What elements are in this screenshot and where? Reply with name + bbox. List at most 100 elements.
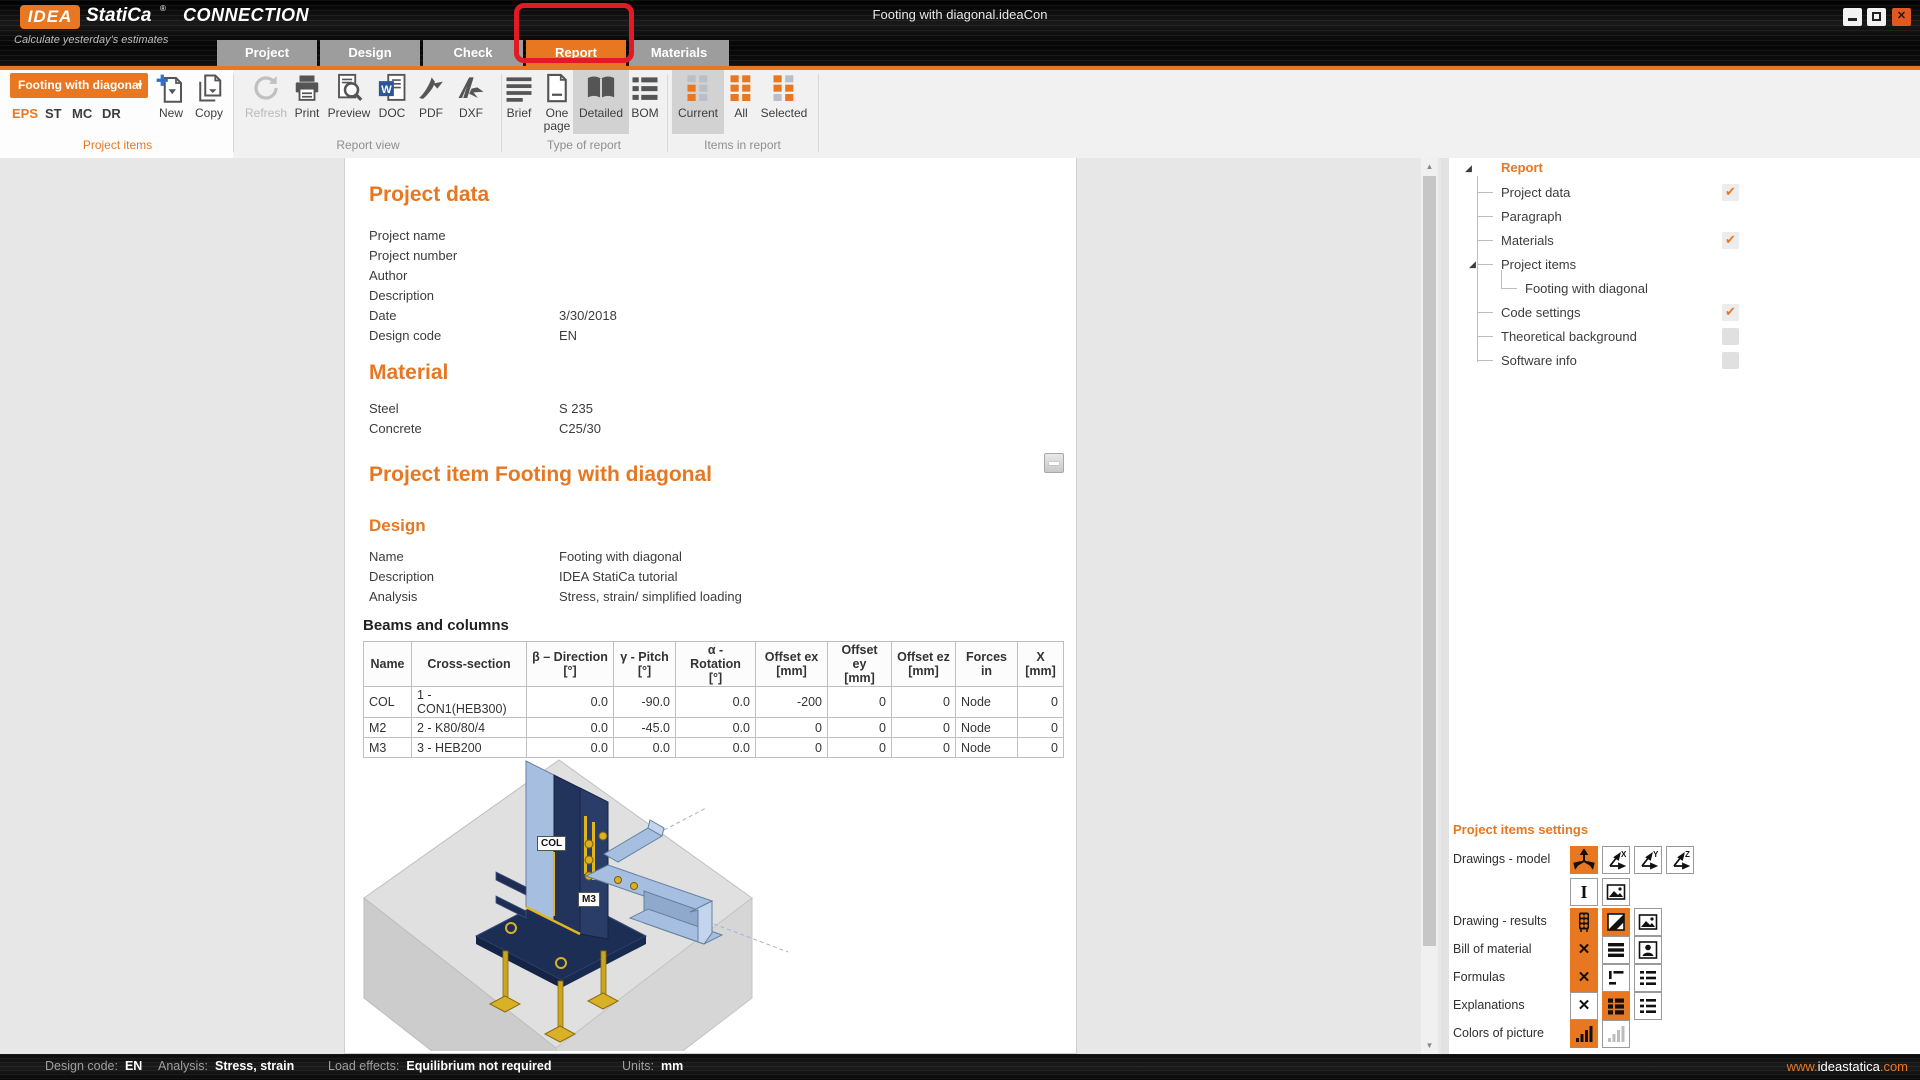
product-name: CONNECTION	[183, 5, 309, 26]
minimize-button[interactable]	[1843, 8, 1862, 26]
maximize-button[interactable]	[1867, 8, 1886, 26]
tree-connector	[1477, 216, 1493, 217]
open-book-icon	[573, 73, 629, 105]
i-beam-section-icon: I	[1571, 879, 1597, 905]
svg-text:X: X	[1621, 850, 1627, 859]
drawing-axes-z-button[interactable]: Z	[1666, 846, 1694, 874]
copy-icon	[189, 73, 229, 105]
kv-row: Description	[369, 288, 1029, 308]
tree-connector	[1477, 312, 1493, 313]
copy-item-button[interactable]: Copy	[189, 70, 229, 134]
new-item-button[interactable]: New	[151, 70, 191, 134]
dxf-icon	[451, 73, 491, 105]
picture-icon	[1605, 881, 1627, 903]
tab-materials[interactable]: Materials	[629, 40, 729, 66]
export-pdf-button[interactable]: PDF	[411, 70, 451, 134]
tree-expander-icon[interactable]: ◢	[1465, 163, 1472, 174]
traffic-light-icon	[1573, 911, 1595, 933]
tree-connector	[1477, 264, 1493, 265]
bom-picture-button[interactable]	[1634, 936, 1662, 964]
colors-grayscale-button[interactable]	[1602, 1020, 1630, 1048]
colors-full-button[interactable]	[1570, 1020, 1598, 1048]
checkbox-theoretical-background[interactable]	[1722, 328, 1739, 345]
mode-eps[interactable]: EPS	[12, 106, 38, 121]
tree-item-materials[interactable]: Materials	[1501, 233, 1554, 248]
brief-lines-icon	[499, 73, 539, 105]
drawing-section-view-button[interactable]: I	[1570, 878, 1598, 906]
tab-design[interactable]: Design	[320, 40, 420, 66]
results-diagram-button[interactable]	[1602, 908, 1630, 936]
print-button[interactable]: Print	[287, 70, 327, 134]
formulas-compact-button[interactable]	[1602, 964, 1630, 992]
svg-text:Z: Z	[1685, 850, 1690, 859]
tree-item-project-items[interactable]: Project items	[1501, 257, 1576, 272]
signal-bars-icon	[1573, 1023, 1595, 1045]
mode-dr[interactable]: DR	[102, 106, 121, 121]
tab-project[interactable]: Project	[217, 40, 317, 66]
tree-item-code-settings[interactable]: Code settings	[1501, 305, 1581, 320]
checkbox-code-settings[interactable]	[1722, 304, 1739, 321]
table-row: M22 - K80/80/40.0-45.00.0000Node0	[364, 718, 1064, 738]
drawing-axes-y-button[interactable]: Y	[1634, 846, 1662, 874]
tab-check[interactable]: Check	[423, 40, 523, 66]
tree-item-theoretical-background[interactable]: Theoretical background	[1501, 329, 1637, 344]
tree-item-footing-with-diagonal[interactable]: Footing with diagonal	[1525, 281, 1648, 296]
drawing-picture-button[interactable]	[1602, 878, 1630, 906]
detailed-report-button[interactable]: Detailed	[573, 70, 629, 134]
items-selected-button[interactable]: Selected	[756, 70, 812, 134]
axes-3d-icon	[1573, 849, 1595, 871]
tree-expander-icon[interactable]: ◢	[1469, 259, 1476, 270]
explanations-compact-button[interactable]	[1602, 992, 1630, 1020]
scroll-down-icon[interactable]: ▼	[1421, 1037, 1438, 1054]
checkbox-software-info[interactable]	[1722, 352, 1739, 369]
member-label-col: COL	[537, 836, 566, 851]
checkbox-project-data[interactable]	[1722, 184, 1739, 201]
idea-logo: IDEA	[20, 5, 80, 29]
items-current-grid-icon	[672, 73, 724, 105]
refresh-button[interactable]: Refresh	[240, 70, 292, 134]
document-scrollbar[interactable]: ▲ ▼	[1421, 158, 1438, 1054]
formulas-detailed-button[interactable]	[1634, 964, 1662, 992]
section-title-material: Material	[369, 361, 448, 385]
panel-divider	[1441, 158, 1449, 1054]
picture-icon	[1637, 911, 1659, 933]
explanations-detailed-button[interactable]	[1634, 992, 1662, 1020]
project-item-selector[interactable]: Footing with diagonal ▾	[10, 73, 148, 98]
export-doc-button[interactable]: W DOC	[372, 70, 412, 134]
preview-button[interactable]: Preview	[322, 70, 376, 134]
explanations-none-button[interactable]: ✕	[1570, 992, 1598, 1020]
tree-item-paragraph[interactable]: Paragraph	[1501, 209, 1562, 224]
close-button[interactable]: ✕	[1892, 8, 1911, 26]
statica-logo-text: StatiCa	[86, 5, 151, 27]
settings-label-explanations: Explanations	[1453, 998, 1525, 1012]
results-traffic-light-button[interactable]	[1570, 908, 1598, 936]
tree-root-report[interactable]: Report	[1501, 160, 1543, 175]
scrollbar-thumb[interactable]	[1423, 176, 1436, 946]
results-picture-button[interactable]	[1634, 908, 1662, 936]
section-title-project-item: Project item Footing with diagonal	[369, 463, 712, 487]
checkbox-materials[interactable]	[1722, 232, 1739, 249]
table-header-row: Name Cross-section β – Direction[°] γ - …	[364, 642, 1064, 687]
mode-st[interactable]: ST	[45, 106, 62, 121]
items-current-button[interactable]: Current	[672, 70, 724, 134]
x-mark-icon: ✕	[1571, 937, 1597, 963]
brief-report-button[interactable]: Brief	[499, 70, 539, 134]
mode-mc[interactable]: MC	[72, 106, 92, 121]
bom-report-button[interactable]: BOM	[625, 70, 665, 134]
group-label-type-of-report: Type of report	[501, 138, 667, 152]
website-link[interactable]: www.ideastatica.com	[1787, 1059, 1908, 1074]
bom-none-button[interactable]: ✕	[1570, 936, 1598, 964]
tree-item-project-data[interactable]: Project data	[1501, 185, 1570, 200]
drawing-axes-x-button[interactable]: X	[1602, 846, 1630, 874]
formulas-none-button[interactable]: ✕	[1570, 964, 1598, 992]
items-all-button[interactable]: All	[723, 70, 759, 134]
tree-connector	[1477, 240, 1493, 241]
formula-lines-icon	[1605, 967, 1627, 989]
collapse-section-button[interactable]	[1044, 453, 1064, 473]
export-dxf-button[interactable]: DXF	[451, 70, 491, 134]
drawing-axes-3d-button[interactable]	[1570, 846, 1598, 874]
scroll-up-icon[interactable]: ▲	[1421, 158, 1438, 175]
table-row: COL1 - CON1(HEB300)0.0-90.00.0-20000Node…	[364, 687, 1064, 718]
bom-table-button[interactable]	[1602, 936, 1630, 964]
tree-item-software-info[interactable]: Software info	[1501, 353, 1577, 368]
